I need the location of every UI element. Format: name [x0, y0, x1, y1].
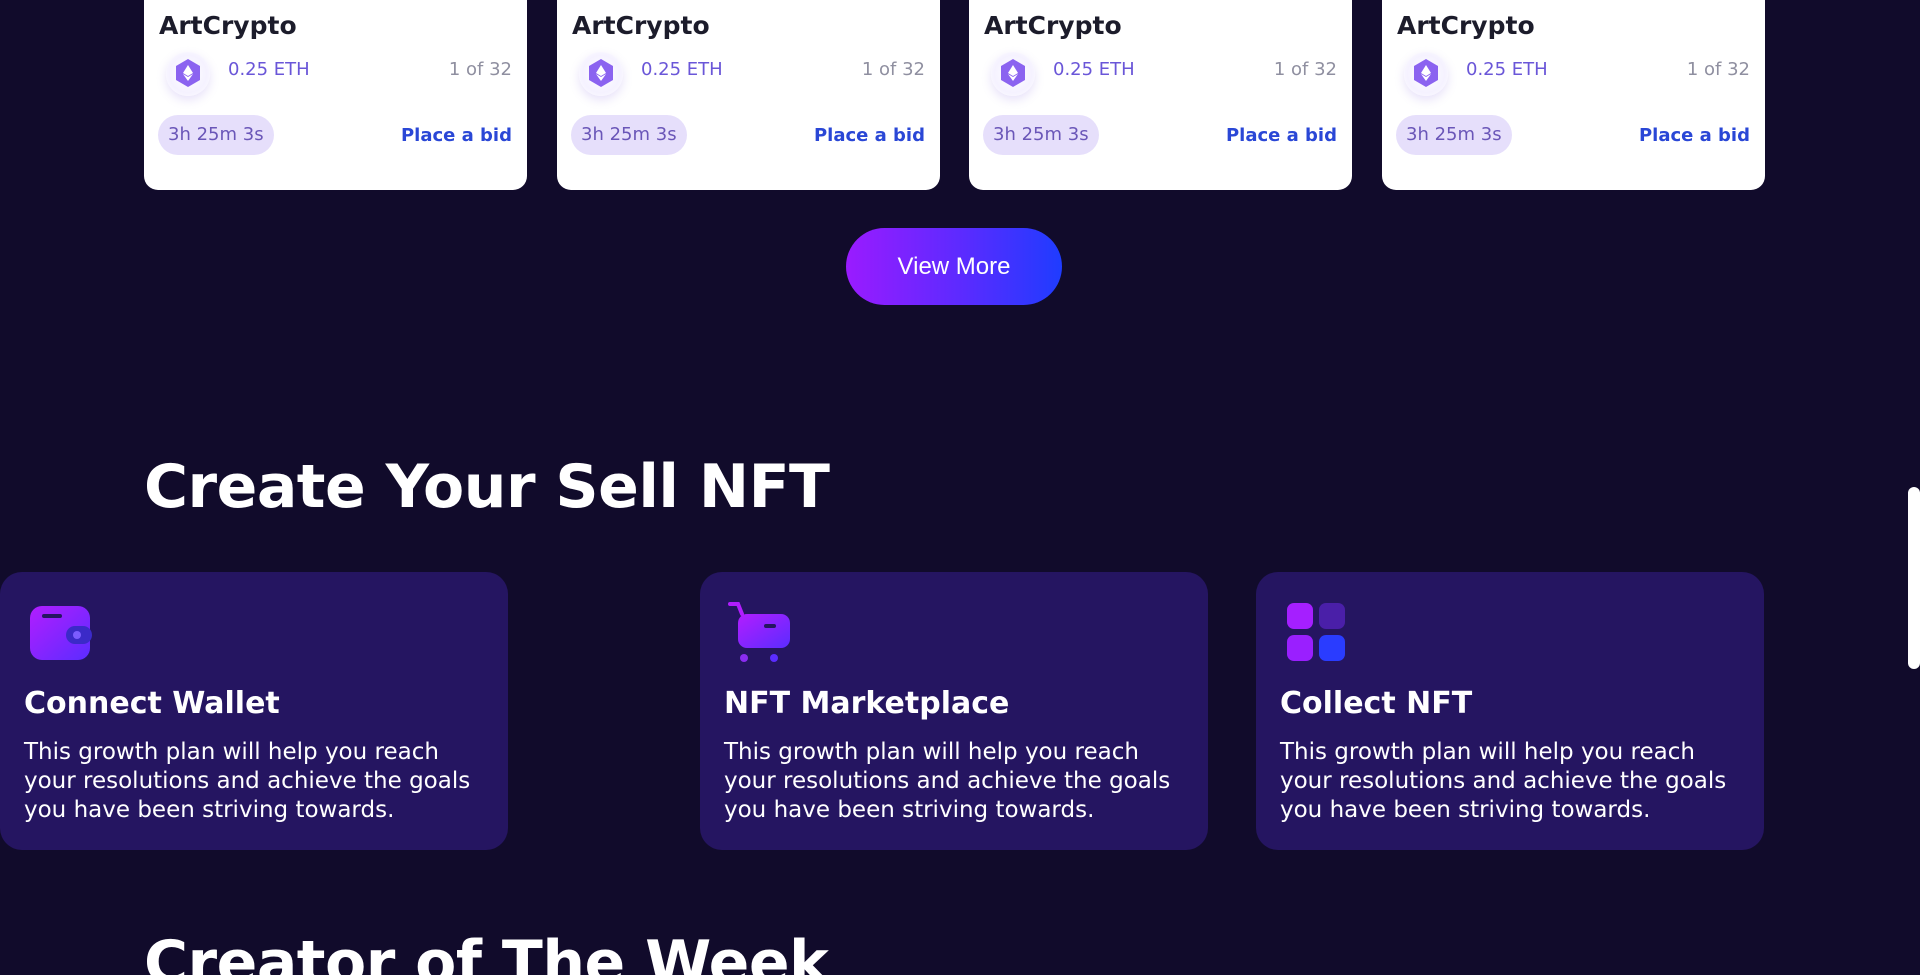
nft-card[interactable]: ArtCrypto 0.25 ETH 1 of 32 3h 25m 3s Pla…	[144, 0, 527, 190]
nft-price: 0.25 ETH	[641, 59, 723, 80]
nft-card[interactable]: ArtCrypto 0.25 ETH 1 of 32 3h 25m 3s Pla…	[1382, 0, 1765, 190]
feature-description: This growth plan will help you reach you…	[1280, 739, 1727, 823]
feature-title: Connect Wallet	[24, 686, 280, 721]
place-bid-link[interactable]: Place a bid	[1639, 125, 1750, 146]
nft-card[interactable]: ArtCrypto 0.25 ETH 1 of 32 3h 25m 3s Pla…	[969, 0, 1352, 190]
feature-title: NFT Marketplace	[724, 686, 1010, 721]
creator-section-title: Creator of The Week	[144, 928, 829, 975]
feature-description: This growth plan will help you reach you…	[24, 739, 471, 823]
cart-icon	[728, 600, 792, 664]
place-bid-link[interactable]: Place a bid	[814, 125, 925, 146]
feature-title: Collect NFT	[1280, 686, 1473, 721]
place-bid-link[interactable]: Place a bid	[1226, 125, 1337, 146]
countdown-badge: 3h 25m 3s	[571, 115, 687, 155]
nft-title: ArtCrypto	[159, 11, 297, 40]
section-title: Create Your Sell NFT	[144, 452, 830, 522]
nft-card[interactable]: ArtCrypto 0.25 ETH 1 of 32 3h 25m 3s Pla…	[557, 0, 940, 190]
nft-edition: 1 of 32	[1273, 59, 1337, 80]
page: ArtCrypto 0.25 ETH 1 of 32 3h 25m 3s Pla…	[0, 0, 1920, 975]
view-more-button[interactable]: View More	[846, 228, 1062, 305]
countdown-badge: 3h 25m 3s	[1396, 115, 1512, 155]
scrollbar-thumb[interactable]	[1908, 487, 1920, 669]
nft-edition: 1 of 32	[861, 59, 925, 80]
nft-title: ArtCrypto	[1397, 11, 1535, 40]
wallet-icon	[28, 600, 92, 664]
feature-card-connect-wallet: Connect Wallet This growth plan will hel…	[0, 572, 508, 850]
ethereum-icon	[991, 52, 1035, 96]
nft-edition: 1 of 32	[448, 59, 512, 80]
nft-price: 0.25 ETH	[1053, 59, 1135, 80]
feature-card-collect-nft: Collect NFT This growth plan will help y…	[1256, 572, 1764, 850]
countdown-badge: 3h 25m 3s	[158, 115, 274, 155]
ethereum-icon	[579, 52, 623, 96]
nft-title: ArtCrypto	[984, 11, 1122, 40]
nft-card-row: ArtCrypto 0.25 ETH 1 of 32 3h 25m 3s Pla…	[144, 0, 1765, 190]
ethereum-icon	[1404, 52, 1448, 96]
nft-title: ArtCrypto	[572, 11, 710, 40]
nft-price: 0.25 ETH	[1466, 59, 1548, 80]
countdown-badge: 3h 25m 3s	[983, 115, 1099, 155]
feature-description: This growth plan will help you reach you…	[724, 739, 1171, 823]
nft-price: 0.25 ETH	[228, 59, 310, 80]
place-bid-link[interactable]: Place a bid	[401, 125, 512, 146]
ethereum-icon	[166, 52, 210, 96]
grid-icon	[1284, 600, 1348, 664]
nft-edition: 1 of 32	[1686, 59, 1750, 80]
feature-card-nft-marketplace: NFT Marketplace This growth plan will he…	[700, 572, 1208, 850]
